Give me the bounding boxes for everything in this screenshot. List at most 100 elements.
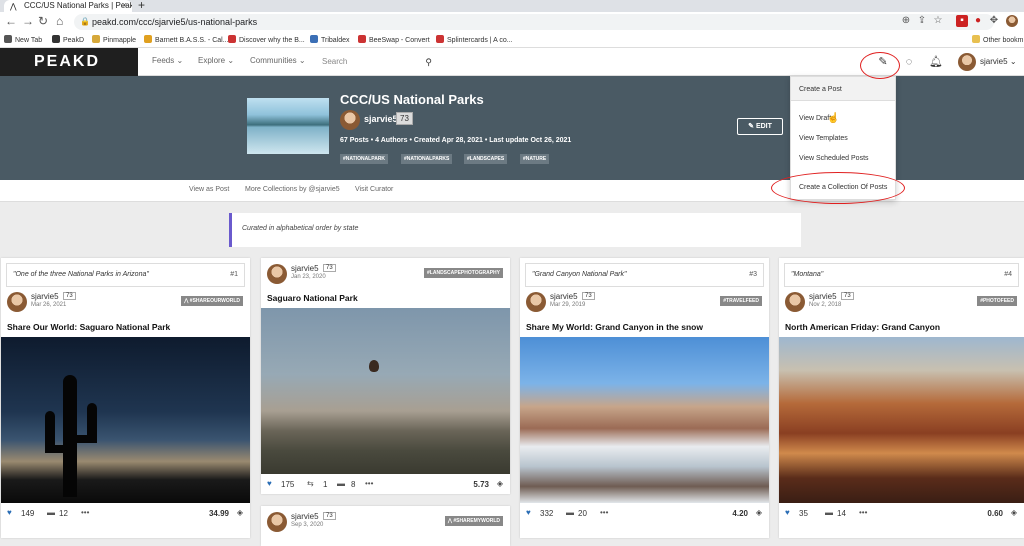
star-icon[interactable]: ☆: [932, 15, 944, 27]
visit-curator-link[interactable]: Visit Curator: [355, 186, 393, 193]
forward-icon[interactable]: →: [22, 14, 34, 28]
post-title[interactable]: Share Our World: Saguaro National Park: [7, 322, 170, 332]
post-image[interactable]: [779, 337, 1024, 503]
post-tag[interactable]: ⋀ #SHAREOURWORLD: [181, 296, 243, 306]
reload-icon[interactable]: ↻: [38, 14, 48, 28]
post-image[interactable]: [520, 337, 769, 503]
author-name: sjarvie5: [364, 114, 398, 124]
extension-badge-icon[interactable]: ▪: [956, 15, 968, 27]
post-tag[interactable]: ⋀ #SHAREMYWORLD: [444, 516, 503, 526]
feeds-menu[interactable]: Feeds ⌄: [152, 56, 183, 65]
collection-cover-image: [247, 98, 329, 154]
collection-title: CCC/US National Parks: [340, 92, 484, 107]
peakd-logo[interactable]: PEAKD: [0, 48, 138, 76]
more-icon[interactable]: •••: [859, 508, 867, 517]
bookmark-item[interactable]: Splintercards | A co...: [436, 35, 513, 44]
install-icon[interactable]: ⊕: [900, 15, 912, 27]
post-title[interactable]: Saguaro National Park: [267, 293, 358, 303]
close-tab-icon[interactable]: ×: [122, 0, 127, 11]
author-avatar[interactable]: [267, 512, 287, 532]
bookmark-item[interactable]: Tribaldex: [310, 35, 350, 44]
comment-icon[interactable]: ▬: [337, 479, 345, 488]
new-tab-icon[interactable]: +: [138, 0, 145, 12]
chevron-down-icon: ⌄: [1009, 57, 1017, 66]
bookmark-item[interactable]: Discover why the B...: [228, 35, 305, 44]
view-as-post-link[interactable]: View as Post: [189, 186, 229, 193]
payout[interactable]: 5.73: [473, 480, 489, 489]
puzzle-icon[interactable]: ✥: [988, 15, 1000, 27]
communities-menu[interactable]: Communities ⌄: [250, 56, 306, 65]
profile-avatar[interactable]: [1006, 15, 1018, 27]
upvote-icon[interactable]: ♥: [267, 479, 272, 488]
collection-description: Curated in alphabetical order by state: [229, 213, 801, 247]
post-card[interactable]: sjarvie5 73 Jan 23, 2020 #LANDSCAPEPHOTO…: [261, 258, 510, 494]
more-icon[interactable]: •••: [600, 508, 608, 517]
bookmark-item[interactable]: New Tab: [4, 35, 42, 44]
search-icon[interactable]: ⚲: [425, 54, 432, 70]
post-footer: ♥ 35 ▬ 14 ••• 0.60 ◈: [785, 508, 1017, 518]
edit-button[interactable]: ✎ EDIT: [737, 118, 783, 135]
author-avatar[interactable]: [785, 292, 805, 312]
user-menu[interactable]: sjarvie5 ⌄: [958, 53, 1017, 71]
home-icon[interactable]: ⌂: [56, 14, 63, 28]
lock-icon: 🔒: [80, 17, 90, 26]
chat-icon[interactable]: ◌: [901, 54, 917, 70]
post-image[interactable]: [1, 337, 250, 503]
comment-icon[interactable]: ▬: [825, 508, 833, 517]
post-title[interactable]: North American Friday: Grand Canyon: [785, 322, 940, 332]
payout[interactable]: 34.99: [209, 509, 229, 518]
reblog-icon[interactable]: ⇆: [307, 479, 314, 488]
bookmark-item[interactable]: Barnett B.A.S.S. - Cal...: [144, 35, 229, 44]
menu-item-view-scheduled[interactable]: View Scheduled Posts: [799, 155, 869, 162]
payout[interactable]: 4.20: [732, 509, 748, 518]
more-icon[interactable]: •••: [81, 508, 89, 517]
hot-air-balloon: [369, 360, 379, 372]
more-collections-link[interactable]: More Collections by @sjarvie5: [245, 186, 340, 193]
collection-tag[interactable]: #NATIONALPARK: [340, 154, 389, 164]
bookmark-item[interactable]: BeeSwap - Convert: [358, 35, 430, 44]
user-avatar: [958, 53, 976, 71]
post-tag[interactable]: #LANDSCAPEPHOTOGRAPHY: [424, 268, 503, 278]
other-bookmarks[interactable]: Other bookm: [972, 35, 1023, 44]
author-avatar[interactable]: [267, 264, 287, 284]
post-image[interactable]: [261, 308, 510, 474]
upvote-icon[interactable]: ♥: [7, 508, 12, 517]
post-author-row: sjarvie5 73 Mar 26, 2021 ⋀ #SHAREOURWORL…: [7, 292, 243, 316]
bell-icon[interactable]: 🔔︎: [928, 54, 944, 70]
bookmark-item[interactable]: PeakD: [52, 35, 84, 44]
comment-icon[interactable]: ▬: [566, 508, 574, 517]
back-icon[interactable]: ←: [5, 14, 17, 28]
hive-icon: ◈: [496, 479, 503, 488]
curator-note: "Grand Canyon National Park" #3: [525, 263, 764, 287]
post-card[interactable]: sjarvie5 73 Sep 3, 2020 ⋀ #SHAREMYWORLD: [261, 506, 510, 546]
explore-menu[interactable]: Explore ⌄: [198, 56, 234, 65]
author-avatar[interactable]: [7, 292, 27, 312]
post-tag[interactable]: #TRAVELFEED: [720, 296, 762, 306]
payout[interactable]: 0.60: [987, 509, 1003, 518]
peakd-favicon-icon: ⋀: [10, 2, 17, 11]
hive-icon: ◈: [755, 508, 762, 517]
bookmark-item[interactable]: Pinmapple: [92, 35, 136, 44]
menu-item-view-templates[interactable]: View Templates: [799, 135, 848, 142]
post-card[interactable]: "One of the three National Parks in Ariz…: [1, 258, 250, 538]
browser-tab[interactable]: ⋀ CCC/US National Parks | PeakD ×: [4, 0, 132, 12]
post-footer: ♥ 175 ⇆ 1 ▬ 8 ••• 5.73 ◈: [267, 479, 503, 489]
post-card[interactable]: "Montana" #4 sjarvie5 73 Nov 2, 2018 #PHO…: [779, 258, 1024, 538]
post-author-row: sjarvie5 73 Sep 3, 2020 ⋀ #SHAREMYWORLD: [267, 512, 503, 536]
address-bar[interactable]: 🔒 peakd.com/ccc/sjarvie5/us-national-par…: [74, 14, 994, 30]
upvote-icon[interactable]: ♥: [526, 508, 531, 517]
collection-tag[interactable]: #LANDSCAPES: [464, 154, 508, 164]
post-title[interactable]: Share My World: Grand Canyon in the snow: [526, 322, 703, 332]
more-icon[interactable]: •••: [365, 479, 373, 488]
search-input[interactable]: Search ⚲: [318, 54, 434, 70]
share-icon[interactable]: ⇪: [916, 15, 928, 27]
post-tag[interactable]: #PHOTOFEED: [977, 296, 1017, 306]
upvote-icon[interactable]: ♥: [785, 508, 790, 517]
extension-icon[interactable]: ●: [972, 15, 984, 27]
comment-icon[interactable]: ▬: [47, 508, 55, 517]
collection-tag[interactable]: #NATIONALPARKS: [401, 154, 453, 164]
author-avatar[interactable]: [526, 292, 546, 312]
collection-tag[interactable]: #NATURE: [520, 154, 550, 164]
menu-item-create-post[interactable]: Create a Post: [799, 86, 842, 93]
post-card[interactable]: "Grand Canyon National Park" #3 sjarvie5 …: [520, 258, 769, 538]
